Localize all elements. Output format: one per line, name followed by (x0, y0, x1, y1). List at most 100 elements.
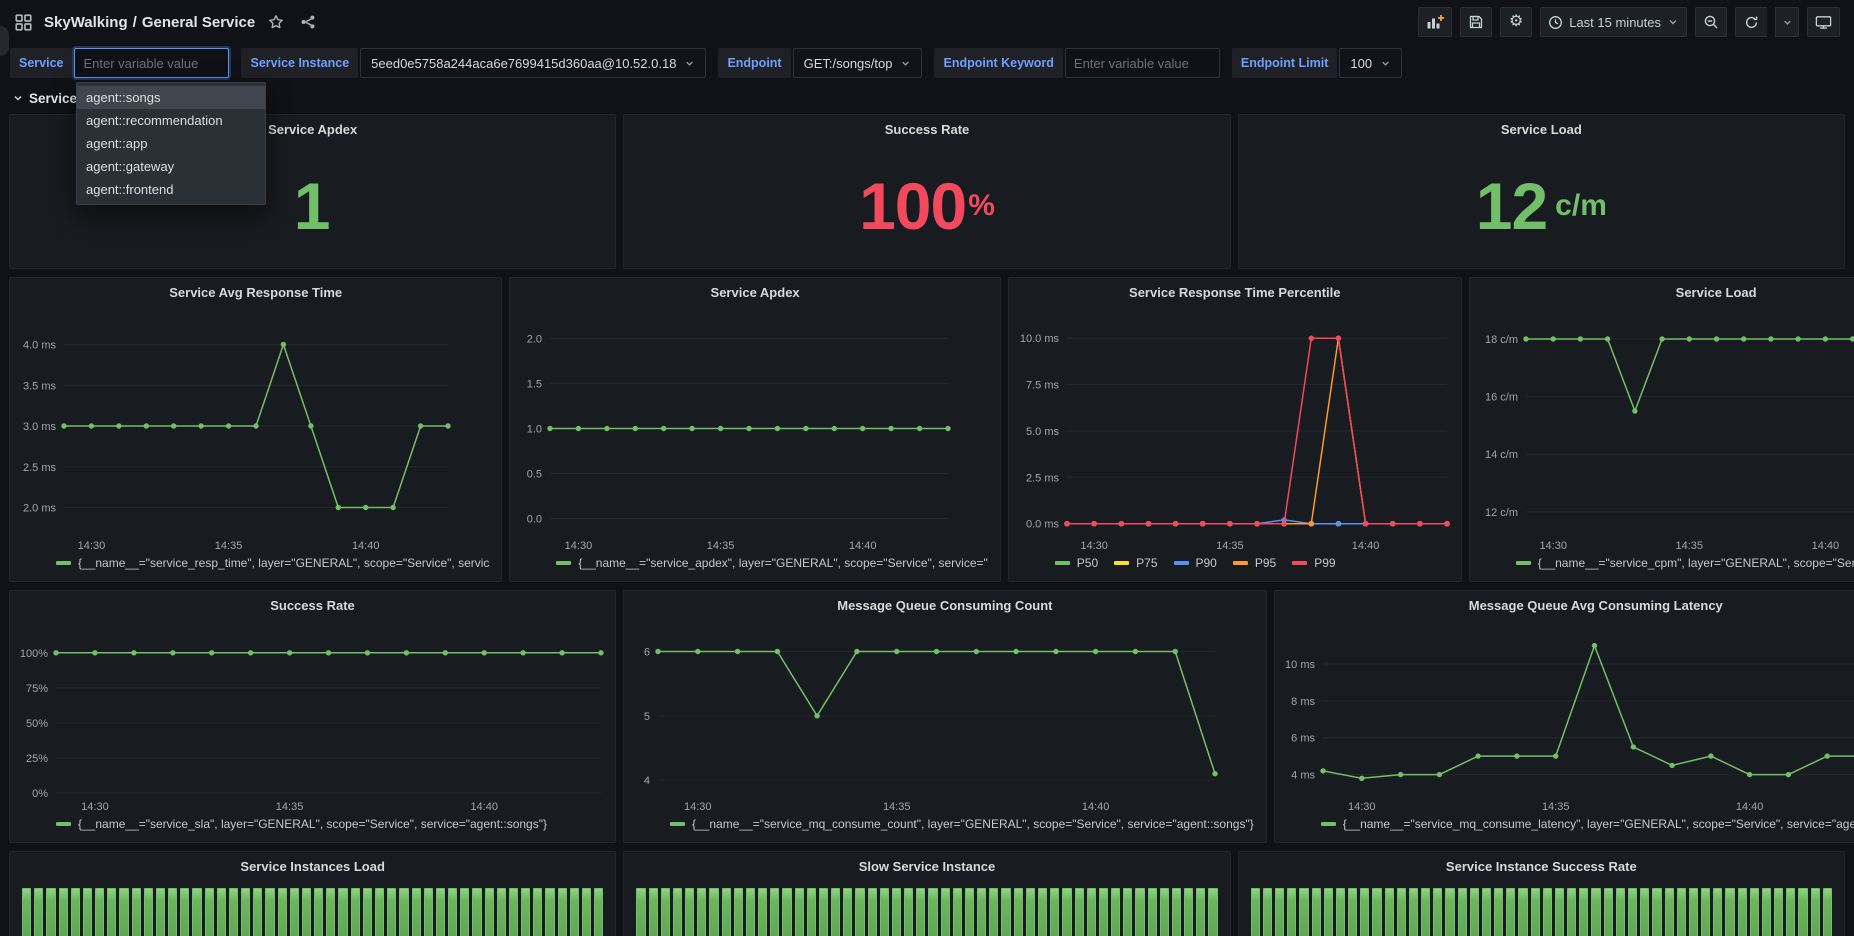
cycle-view-mode-button[interactable] (1807, 7, 1840, 37)
svg-text:14:35: 14:35 (883, 801, 911, 813)
bar (412, 888, 421, 936)
breadcrumb-app[interactable]: SkyWalking (44, 14, 128, 31)
svg-text:14:40: 14:40 (1352, 540, 1380, 552)
legend-swatch (1233, 561, 1248, 565)
chart-canvas[interactable]: 2.01.51.00.50.014:3014:3514:40 (510, 306, 999, 554)
bar (1111, 888, 1120, 936)
bar (892, 888, 901, 936)
legend-item[interactable]: {__name__="service_cpm", layer="GENERAL"… (1516, 556, 1854, 570)
legend-item[interactable]: {__name__="service_apdex", layer="GENERA… (556, 556, 987, 570)
panel-title[interactable]: Message Queue Consuming Count (624, 591, 1266, 619)
legend-swatch (1174, 561, 1189, 565)
bar (253, 888, 262, 936)
bar (351, 888, 360, 936)
bar (472, 888, 481, 936)
panel-title[interactable]: Message Queue Avg Consuming Latency (1275, 591, 1854, 619)
variables-bar: Service Service Instance 5eed0e5758a244a… (0, 44, 1854, 86)
legend-label: P95 (1255, 556, 1276, 570)
dropdown-option[interactable]: agent::gateway (77, 155, 265, 178)
bar-chart[interactable] (1251, 888, 1832, 936)
dropdown-option[interactable]: agent::songs (77, 86, 265, 109)
bar (168, 888, 177, 936)
bar-chart[interactable] (636, 888, 1217, 936)
refresh-interval-dropdown[interactable] (1775, 7, 1799, 37)
share-icon[interactable] (297, 11, 319, 33)
add-panel-button[interactable] (1418, 7, 1452, 37)
chart-canvas[interactable]: 65414:3014:3514:40 (624, 619, 1266, 815)
legend-item[interactable]: {__name__="service_mq_consume_latency", … (1321, 817, 1854, 831)
bar (807, 888, 816, 936)
panel-title[interactable]: Service Load (1470, 278, 1854, 306)
dashboards-grid-icon[interactable] (12, 11, 34, 33)
panel-title[interactable]: Success Rate (624, 115, 1229, 143)
breadcrumb-page[interactable]: General Service (142, 14, 255, 31)
legend-item[interactable]: P99 (1292, 556, 1335, 570)
legend-item[interactable]: P50 (1055, 556, 1098, 570)
panel-title[interactable]: Service Avg Response Time (10, 278, 501, 306)
chart-canvas[interactable]: 10 ms8 ms6 ms4 ms14:3014:3514:40 (1275, 619, 1854, 815)
legend-swatch (556, 561, 571, 565)
panel-title[interactable]: Service Apdex (510, 278, 999, 306)
panel-service-load-chart: Service Load 18 c/m16 c/m14 c/m12 c/m14:… (1469, 277, 1854, 582)
zoom-out-button[interactable] (1695, 7, 1727, 37)
bar (1275, 888, 1284, 936)
bar (1701, 888, 1710, 936)
bar (1482, 888, 1491, 936)
bar (904, 888, 913, 936)
endpoint-keyword-input[interactable] (1065, 48, 1220, 78)
legend-item[interactable]: {__name__="service_resp_time", layer="GE… (56, 556, 489, 570)
dropdown-option[interactable]: agent::recommendation (77, 109, 265, 132)
bar (436, 888, 445, 936)
bar (1348, 888, 1357, 936)
svg-text:16 c/m: 16 c/m (1485, 392, 1518, 404)
endpoint-select[interactable]: GET:/songs/top (793, 48, 923, 78)
svg-text:50%: 50% (26, 718, 48, 730)
dropdown-option[interactable]: agent::app (77, 132, 265, 155)
panel-title[interactable]: Service Instances Load (10, 852, 615, 880)
bar (59, 888, 68, 936)
legend-item[interactable]: {__name__="service_sla", layer="GENERAL"… (56, 817, 547, 831)
legend-label: P90 (1196, 556, 1217, 570)
panel-title[interactable]: Slow Service Instance (624, 852, 1229, 880)
svg-text:14:35: 14:35 (1216, 540, 1244, 552)
bar-chart[interactable] (22, 888, 603, 936)
svg-text:3.5 ms: 3.5 ms (23, 380, 57, 392)
legend-item[interactable]: P90 (1174, 556, 1217, 570)
svg-text:2.0 ms: 2.0 ms (23, 503, 57, 515)
bar (533, 888, 542, 936)
bar (424, 888, 433, 936)
dashboard-settings-button[interactable]: ⚙ (1500, 7, 1532, 37)
panel-title[interactable]: Success Rate (10, 591, 615, 619)
save-dashboard-button[interactable] (1460, 7, 1492, 37)
endpoint-limit-select[interactable]: 100 (1339, 48, 1402, 78)
legend-item[interactable]: P95 (1233, 556, 1276, 570)
panel-title[interactable]: Service Load (1239, 115, 1844, 143)
legend-label: {__name__="service_resp_time", layer="GE… (78, 556, 489, 570)
service-variable-input[interactable] (74, 48, 229, 78)
legend-item[interactable]: P75 (1114, 556, 1157, 570)
row-section-service[interactable]: Service (0, 86, 1854, 114)
refresh-button[interactable] (1735, 7, 1767, 37)
service-instance-select[interactable]: 5eed0e5758a244aca6e7699415d360aa@10.52.0… (360, 48, 706, 78)
svg-text:0.5: 0.5 (527, 469, 542, 481)
bar (1196, 888, 1205, 936)
svg-text:5.0 ms: 5.0 ms (1026, 426, 1060, 438)
breadcrumb-separator: / (133, 14, 137, 31)
panel-title[interactable]: Service Response Time Percentile (1009, 278, 1461, 306)
svg-text:14:35: 14:35 (707, 540, 735, 552)
chart-canvas[interactable]: 10.0 ms7.5 ms5.0 ms2.5 ms0.0 ms14:3014:3… (1009, 306, 1461, 554)
svg-text:14 c/m: 14 c/m (1485, 449, 1518, 461)
sidebar-toggle[interactable] (0, 26, 9, 56)
time-range-picker[interactable]: Last 15 minutes (1540, 7, 1687, 37)
stat-unit: % (968, 189, 995, 223)
chart-canvas[interactable]: 100%75%50%25%0%14:3014:3514:40 (10, 619, 615, 815)
star-icon[interactable] (265, 11, 287, 33)
bar (831, 888, 840, 936)
chart-canvas[interactable]: 18 c/m16 c/m14 c/m12 c/m14:3014:3514:40 (1470, 306, 1854, 554)
panel-title[interactable]: Service Instance Success Rate (1239, 852, 1844, 880)
svg-text:2.0: 2.0 (527, 334, 542, 346)
bar (1050, 888, 1059, 936)
chart-canvas[interactable]: 4.0 ms3.5 ms3.0 ms2.5 ms2.0 ms14:3014:35… (10, 306, 501, 554)
legend-item[interactable]: {__name__="service_mq_consume_count", la… (670, 817, 1254, 831)
dropdown-option[interactable]: agent::frontend (77, 178, 265, 201)
